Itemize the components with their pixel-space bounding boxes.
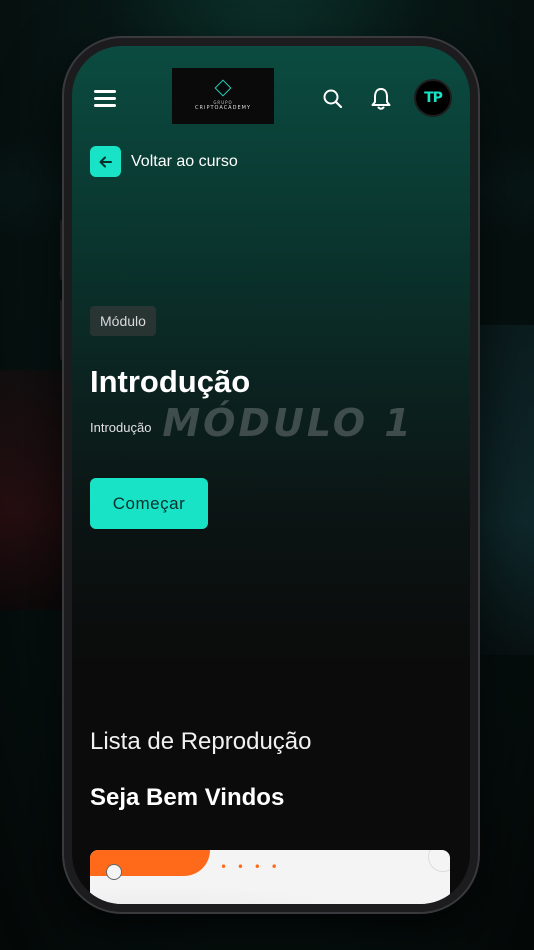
logo-text: CRIPTOACADEMY xyxy=(195,104,251,111)
lesson-card[interactable]: • • • • xyxy=(90,850,450,904)
phone-screen: GRUPO CRIPTOACADEMY TP Voltar ao curso M… xyxy=(72,46,470,904)
avatar[interactable]: TP xyxy=(414,79,452,117)
card-decoration xyxy=(90,876,450,904)
page-title: Introdução xyxy=(90,364,251,399)
search-icon[interactable] xyxy=(320,86,346,112)
phone-frame: GRUPO CRIPTOACADEMY TP Voltar ao curso M… xyxy=(64,38,478,912)
diamond-icon xyxy=(214,79,232,96)
module-description: Introdução xyxy=(90,420,152,435)
card-decoration: • • • • xyxy=(220,860,281,874)
card-decoration xyxy=(106,864,122,880)
playlist-group-title: Seja Bem Vindos xyxy=(90,784,285,811)
back-link-label: Voltar ao curso xyxy=(131,152,238,170)
top-bar: GRUPO CRIPTOACADEMY TP xyxy=(72,68,470,130)
arrow-left-icon xyxy=(90,146,121,177)
module-badge: Módulo xyxy=(90,306,156,336)
playlist-heading: Lista de Reprodução xyxy=(90,728,312,755)
start-button[interactable]: Começar xyxy=(90,478,208,529)
card-decoration xyxy=(428,850,450,872)
back-to-course-link[interactable]: Voltar ao curso xyxy=(90,146,238,177)
brand-logo[interactable]: GRUPO CRIPTOACADEMY xyxy=(172,68,274,124)
bell-icon[interactable] xyxy=(368,86,394,112)
menu-icon[interactable] xyxy=(94,90,116,108)
module-watermark: MÓDULO 1 xyxy=(162,401,414,445)
